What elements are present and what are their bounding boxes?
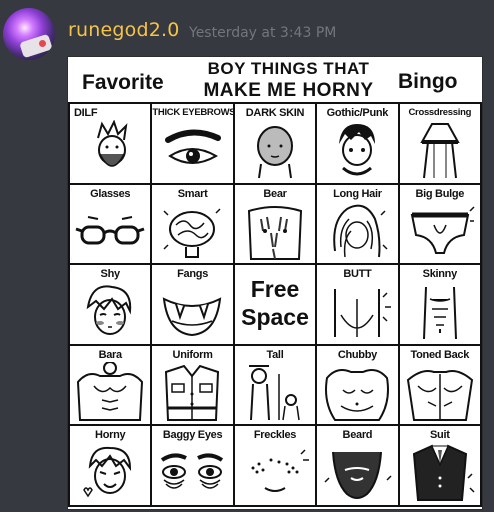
bingo-cell: Horny (70, 426, 153, 507)
skinny-torso-icon (422, 287, 457, 340)
blushing-face-icon (86, 285, 132, 336)
free-space-label: Free Space (241, 276, 309, 331)
bingo-title-middle-2: MAKE ME HORNY (203, 80, 374, 101)
bingo-cell-label: BUTT (343, 268, 372, 281)
bingo-cell: Chubby (317, 345, 400, 427)
bingo-cell: Shy (70, 265, 153, 346)
bingo-cell-label: Glasses (90, 187, 131, 200)
eyebrow-eye-icon (165, 129, 222, 164)
goth-boy-icon (339, 124, 376, 176)
muscular-man-icon (76, 361, 144, 421)
bingo-cell: Uniform (152, 345, 235, 427)
bingo-cell-label: Long Hair (333, 187, 382, 200)
horny-face-icon (83, 447, 132, 498)
bingo-cell-label: DARK SKIN (245, 107, 305, 119)
bingo-cell: Fangs (152, 265, 235, 346)
bingo-cell-label: Skinny (422, 268, 458, 281)
bingo-cell-label: DILF (74, 107, 98, 119)
bingo-cell-label: Shy (100, 268, 121, 281)
butt-icon (334, 289, 392, 338)
bingo-cell: Skinny (399, 265, 482, 346)
uniform-icon (165, 364, 220, 421)
underwear-icon (410, 206, 475, 254)
bingo-cell: Glasses (70, 184, 153, 266)
bingo-cell-label: Big Bulge (415, 187, 465, 200)
toned-back-icon (406, 369, 473, 421)
bingo-cell: DARK SKIN (234, 104, 318, 185)
user-avatar[interactable] (3, 8, 55, 60)
bingo-cell-label: Toned Back (410, 348, 470, 361)
skirt-legs-icon (419, 123, 460, 179)
bingo-cell: Tall (234, 345, 318, 427)
username[interactable]: runegod2.0 (68, 19, 180, 41)
bingo-cell-label: Chubby (337, 348, 377, 361)
bingo-cell: Crossdressing (399, 104, 482, 185)
bingo-cell-label: Horny (95, 429, 126, 442)
chubby-torso-icon (325, 368, 390, 421)
message-timestamp: Yesterday at 3:43 PM (189, 25, 337, 41)
bingo-cell: Toned Back (399, 345, 482, 427)
bingo-cell: Bara (70, 345, 153, 427)
suit-icon (412, 445, 475, 502)
bingo-cell-label: Bear (263, 187, 287, 200)
bingo-cell-label: Bara (98, 348, 123, 361)
glasses-icon (75, 215, 145, 245)
bingo-cell: THICK EYEBROWS (152, 104, 235, 185)
hairy-chest-icon (247, 205, 302, 260)
bingo-cell-label: Freckles (253, 429, 297, 442)
bingo-cell: Freckles (234, 426, 318, 507)
bearded-man-icon (97, 120, 128, 167)
bingo-cell: Suit (399, 426, 482, 507)
bingo-cell: BUTT (317, 265, 400, 346)
bingo-cell-label: Gothic/Punk (326, 107, 389, 119)
beard-icon (324, 452, 392, 500)
long-hair-icon (333, 204, 388, 257)
bingo-cell: Gothic/Punk (317, 104, 400, 185)
bingo-grid: DILF THICK EYEBROWS DARK SKIN Gothic/Punk Cr… (68, 102, 482, 507)
bingo-cell: Smart (152, 184, 235, 266)
bingo-cell: Free Space (234, 265, 318, 346)
bingo-cell: Big Bulge (399, 184, 482, 266)
bingo-cell-label: Crossdressing (408, 107, 472, 118)
baggy-eyes-icon (161, 453, 224, 490)
bingo-cell: DILF (70, 104, 153, 185)
brain-icon (163, 208, 221, 258)
bald-head-icon (256, 126, 293, 179)
bingo-header: Favorite BOY THINGS THAT MAKE ME HORNY B… (68, 57, 482, 105)
bingo-title-right: Bingo (398, 70, 458, 93)
freckles-icon (251, 449, 309, 493)
image-attachment[interactable]: Favorite BOY THINGS THAT MAKE ME HORNY B… (67, 56, 483, 510)
bingo-cell-label: Uniform (172, 348, 213, 361)
fangs-mouth-icon (163, 297, 222, 337)
bingo-cell: Baggy Eyes (152, 426, 235, 507)
bingo-cell-label: Baggy Eyes (162, 429, 223, 442)
bingo-cell-label: Smart (177, 187, 208, 200)
bingo-cell: Bear (234, 184, 318, 266)
bingo-cell-label: Fangs (177, 268, 209, 281)
bingo-cell: Long Hair (317, 184, 400, 266)
tall-person-icon (248, 364, 300, 420)
bingo-cell-label: Beard (342, 429, 373, 442)
bingo-cell-label: Suit (430, 429, 450, 442)
bingo-cell-label: THICK EYEBROWS (152, 107, 235, 118)
bingo-cell: Beard (317, 426, 400, 507)
bingo-cell-label: Tall (266, 348, 284, 361)
bingo-title-left: Favorite (82, 71, 164, 94)
bingo-title-middle-1: BOY THINGS THAT (207, 59, 370, 78)
